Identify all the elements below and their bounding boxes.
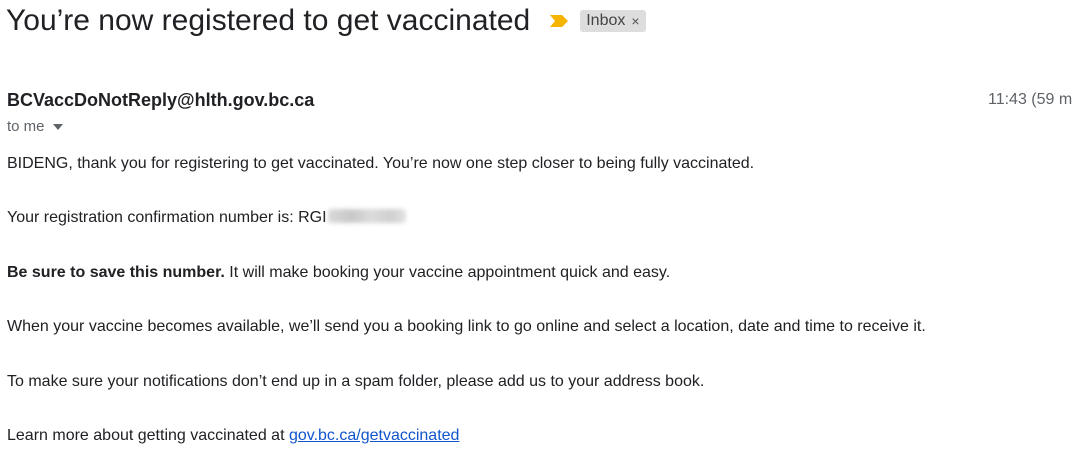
body-paragraph-learn-more: Learn more about getting vaccinated at g… <box>7 427 459 445</box>
body-paragraph-spam: To make sure your notifications don’t en… <box>7 373 705 390</box>
redacted-confirmation-number <box>327 209 406 223</box>
chevron-down-icon[interactable] <box>52 123 63 130</box>
save-number-emphasis: Be sure to save this number. <box>7 264 225 281</box>
body-paragraph-booking: When your vaccine becomes available, we’… <box>7 318 926 335</box>
learn-more-text: Learn more about getting vaccinated at <box>7 427 289 444</box>
body-paragraph-thanks: BIDENG, thank you for registering to get… <box>7 155 755 172</box>
remove-label-icon[interactable]: × <box>631 13 639 29</box>
sender-address[interactable]: BCVaccDoNotReply@hlth.gov.bc.ca <box>7 90 314 111</box>
save-number-rest: It will make booking your vaccine appoin… <box>224 264 671 281</box>
email-timestamp: 11:43 (59 m <box>988 91 1073 108</box>
email-subject: You’re now registered to get vaccinated <box>6 4 531 37</box>
body-paragraph-confirmation: Your registration confirmation number is… <box>7 209 406 227</box>
importance-marker-icon[interactable] <box>548 10 570 32</box>
body-paragraph-save: Be sure to save this number. It will mak… <box>7 264 670 282</box>
inbox-label-text: Inbox <box>586 11 626 29</box>
recipient-label: to me <box>7 118 45 135</box>
confirmation-label: Your registration confirmation number is… <box>7 209 327 226</box>
inbox-label-chip: Inbox × <box>580 10 646 32</box>
getvaccinated-link[interactable]: gov.bc.ca/getvaccinated <box>289 427 459 444</box>
recipient-details-toggle[interactable]: to me <box>7 118 63 135</box>
subject-row: You’re now registered to get vaccinated … <box>6 4 646 38</box>
